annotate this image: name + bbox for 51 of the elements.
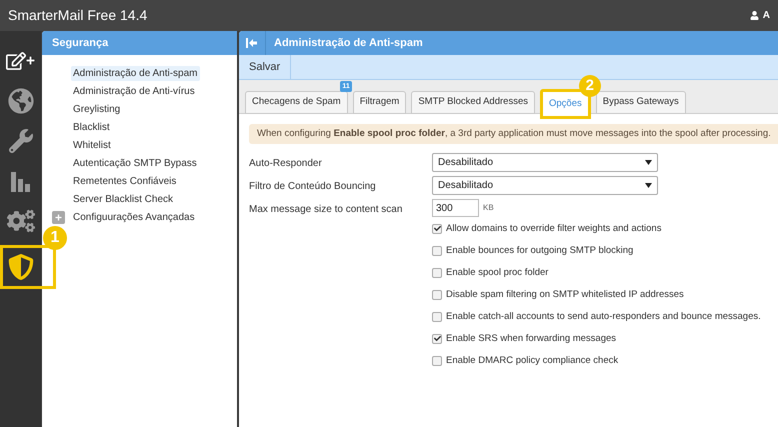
dropdown[interactable]: Desabilitado bbox=[432, 176, 658, 196]
field-label: Max message size to content scan bbox=[249, 203, 404, 218]
checkbox-label: Enable bounces for outgoing SMTP blocking bbox=[446, 244, 634, 258]
checkbox[interactable] bbox=[432, 312, 442, 322]
number-field[interactable]: 300 bbox=[432, 199, 479, 218]
sidebar-item[interactable]: Server Blacklist Check bbox=[71, 192, 176, 206]
checkbox[interactable] bbox=[432, 246, 442, 256]
checkbox[interactable] bbox=[432, 290, 442, 300]
save-button[interactable]: Salvar bbox=[239, 55, 292, 79]
globe-icon bbox=[8, 88, 34, 114]
user-name: A bbox=[762, 9, 770, 23]
shield-icon bbox=[8, 254, 34, 280]
tab[interactable]: Opções bbox=[540, 89, 591, 119]
wrench-icon bbox=[8, 128, 32, 152]
sidebar-item[interactable]: Greylisting bbox=[71, 102, 122, 116]
sidebar-item[interactable]: Administração de Anti-spam bbox=[71, 66, 200, 80]
field-label: Filtro de Conteúdo Bouncing bbox=[249, 180, 377, 194]
app-title: SmarterMail Free 14.4 bbox=[8, 6, 148, 25]
sidebar-item[interactable]: Blacklist bbox=[71, 120, 112, 134]
checkbox[interactable] bbox=[432, 268, 442, 278]
sidebar-title: Segurança bbox=[52, 36, 108, 51]
bar-chart-icon bbox=[10, 170, 32, 192]
dropdown-arrow-icon bbox=[645, 160, 652, 166]
sidebar-item[interactable]: Autenticação SMTP Bypass bbox=[71, 156, 199, 170]
sidebar-item[interactable]: Whitelist bbox=[71, 138, 113, 152]
main-title: Administração de Anti-spam bbox=[274, 36, 423, 51]
checkbox-label: Enable DMARC policy compliance check bbox=[446, 354, 618, 368]
checkbox-label: Allow domains to override filter weights and actions bbox=[446, 222, 662, 236]
tab[interactable]: SMTP Blocked Addresses bbox=[411, 91, 535, 114]
rail-button[interactable] bbox=[0, 245, 56, 289]
tab[interactable]: Checagens de Spam bbox=[245, 91, 348, 114]
info-notice: When configuring Enable spool proc folder, a 3rd party application must move messages into the spool after processing. bbox=[249, 124, 778, 144]
checkbox-label: Enable spool proc folder bbox=[446, 266, 548, 280]
field-label: Auto-Responder bbox=[249, 157, 323, 172]
tab[interactable]: Filtragem bbox=[352, 91, 406, 114]
tab[interactable]: Bypass Gateways bbox=[596, 91, 686, 114]
checkbox-label: Disable spam filtering on SMTP whitelisted IP addresses bbox=[446, 288, 684, 302]
checkbox-label: Enable SRS when forwarding messages bbox=[446, 332, 616, 346]
collapse-left-icon bbox=[246, 38, 258, 48]
compose-icon bbox=[6, 50, 35, 70]
checkbox[interactable] bbox=[432, 334, 442, 344]
checkbox-label: Enable catch-all accounts to send auto-responders and bounce messages. bbox=[446, 310, 761, 324]
sidebar-item[interactable]: Remetentes Confiáveis bbox=[71, 174, 178, 188]
user-icon bbox=[750, 11, 759, 20]
dropdown-arrow-icon bbox=[645, 183, 652, 188]
sidebar-item[interactable]: Configuurações Avançadas bbox=[71, 210, 197, 224]
sidebar-item[interactable]: Administração de Anti-vírus bbox=[71, 84, 197, 98]
checkbox[interactable] bbox=[432, 356, 442, 366]
checkbox[interactable] bbox=[432, 224, 442, 234]
dropdown[interactable]: Desabilitado bbox=[432, 153, 658, 172]
unit-label: KB bbox=[483, 202, 494, 214]
